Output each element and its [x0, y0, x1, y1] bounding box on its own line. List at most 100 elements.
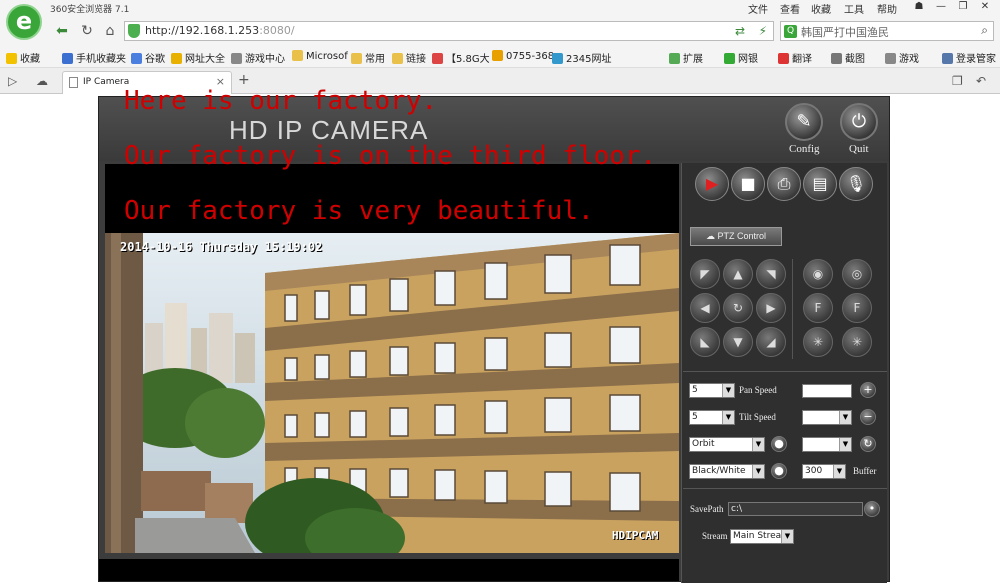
translate-icon: [778, 53, 789, 64]
arrow-down-icon: ▼: [733, 335, 743, 349]
camera-video-feed[interactable]: [105, 233, 679, 553]
ptz-up-right-button[interactable]: ◥: [756, 259, 786, 289]
ptz-settings-divider: [683, 371, 887, 372]
tilt-speed-select[interactable]: 5 ▼: [689, 410, 735, 425]
iris-close-button[interactable]: ✳: [842, 327, 872, 357]
color-mode-go-button[interactable]: ●: [771, 463, 787, 479]
remove-button[interactable]: −: [860, 409, 876, 425]
ptz-up-button[interactable]: ▲: [723, 259, 753, 289]
maximize-button[interactable]: ❐: [952, 0, 974, 14]
undo-close-icon[interactable]: ↶: [976, 74, 986, 88]
login-icon: [942, 53, 953, 64]
back-arrow-icon[interactable]: ⬅: [52, 22, 72, 40]
play-icon: ▶: [705, 174, 719, 193]
config-button[interactable]: ✎: [785, 103, 823, 141]
cloud-icon[interactable]: ☁: [36, 74, 48, 88]
ptz-control-button[interactable]: ☁ PTZ Control: [690, 227, 782, 246]
menu-favorites[interactable]: 收藏: [811, 1, 831, 16]
fav-google[interactable]: 谷歌: [131, 50, 165, 65]
url-port-path: :8080/: [259, 24, 295, 37]
address-bar[interactable]: http://192.168.1.253:8080/ ⇄ ⚡: [124, 21, 774, 41]
stream-label: Stream: [702, 531, 728, 541]
ptz-center-button[interactable]: ↻: [723, 293, 753, 323]
refresh-icon[interactable]: ↻: [77, 22, 97, 40]
search-input[interactable]: 韩国严打中国渔民: [801, 24, 889, 40]
savepath-label: SavePath: [690, 504, 724, 514]
menu-view[interactable]: 查看: [780, 1, 800, 16]
add-button[interactable]: +: [860, 382, 876, 398]
fav-0755[interactable]: 0755-368: [492, 50, 554, 62]
focus-far-button[interactable]: F: [842, 293, 872, 323]
record-button[interactable]: ▤: [803, 167, 837, 201]
preset-goto-select[interactable]: ▼: [802, 437, 852, 452]
skin-icon[interactable]: ☗: [908, 0, 930, 14]
orbit-go-button[interactable]: ●: [771, 436, 787, 452]
fav-mobile[interactable]: 手机收藏夹: [62, 50, 126, 65]
menu-help[interactable]: 帮助: [877, 1, 897, 16]
plus-icon: +: [863, 383, 873, 396]
fav-games[interactable]: 游戏: [885, 50, 919, 65]
url-text[interactable]: http://192.168.1.253:8080/: [145, 24, 295, 37]
talk-button[interactable]: 🎙: [839, 167, 873, 201]
play-button[interactable]: ▶: [695, 167, 729, 201]
pan-speed-select[interactable]: 5 ▼: [689, 383, 735, 398]
fav-2345[interactable]: 2345网址: [552, 50, 611, 65]
fav-microsoft[interactable]: Microsof: [292, 50, 348, 62]
minimize-button[interactable]: —: [930, 0, 952, 14]
zoom-out-button[interactable]: ◎: [842, 259, 872, 289]
orbit-select[interactable]: Orbit ▼: [689, 437, 765, 452]
dropdown-arrow-icon: ▼: [839, 411, 851, 424]
savepath-input[interactable]: c:\: [728, 502, 863, 516]
ptz-down-right-button[interactable]: ◢: [756, 327, 786, 357]
menu-tools[interactable]: 工具: [844, 1, 864, 16]
snapshot-button[interactable]: ⎙: [767, 167, 801, 201]
fav-login-manager[interactable]: 登录管家: [942, 50, 996, 65]
ptz-down-left-button[interactable]: ◣: [690, 327, 720, 357]
compat-mode-icon[interactable]: ⇄: [735, 24, 745, 38]
fav-5-8g[interactable]: 【5.8G大: [432, 50, 490, 65]
buffer-select[interactable]: 300 ▼: [802, 464, 846, 479]
bank-icon: [724, 53, 735, 64]
fav-bank[interactable]: 网银: [724, 50, 758, 65]
stop-button[interactable]: ■: [731, 167, 765, 201]
page-icon: [69, 77, 78, 88]
sidebar-toggle-icon[interactable]: ▷: [8, 74, 17, 88]
ptz-down-button[interactable]: ▼: [723, 327, 753, 357]
speed-mode-icon[interactable]: ⚡: [759, 24, 767, 38]
fav-common[interactable]: 常用: [351, 50, 385, 65]
color-mode-select[interactable]: Black/White ▼: [689, 464, 765, 479]
ptz-right-button[interactable]: ▶: [756, 293, 786, 323]
dropdown-arrow-icon: ▼: [781, 530, 793, 543]
fav-translate[interactable]: 翻译: [778, 50, 812, 65]
focus-near-button[interactable]: F: [803, 293, 833, 323]
fav-game-center[interactable]: 游戏中心: [231, 50, 285, 65]
arrow-up-left-icon: ◤: [700, 267, 710, 281]
fav-collect[interactable]: 收藏: [6, 50, 40, 65]
goto-button[interactable]: ↻: [860, 436, 876, 452]
fav-extensions[interactable]: 扩展: [669, 50, 703, 65]
tab-list-icon[interactable]: ❐: [952, 74, 963, 88]
pan-speed-field[interactable]: [802, 384, 852, 398]
search-engine-icon[interactable]: Q: [784, 25, 797, 38]
microphone-icon: 🎙: [845, 174, 867, 193]
home-icon[interactable]: ⌂: [100, 22, 120, 40]
tilt-speed-label: Tilt Speed: [739, 412, 776, 422]
close-window-button[interactable]: ✕: [974, 0, 996, 14]
browse-button[interactable]: •: [864, 501, 880, 517]
arrow-down-left-icon: ◣: [700, 335, 710, 349]
iris-open-button[interactable]: ✳: [803, 327, 833, 357]
quit-button[interactable]: ⏻: [840, 103, 878, 141]
arrow-right-icon: ▶: [766, 301, 776, 315]
search-icon[interactable]: ⌕: [981, 23, 988, 38]
menu-file[interactable]: 文件: [748, 1, 768, 16]
fav-url-daquan[interactable]: 网址大全: [171, 50, 225, 65]
fav-screenshot[interactable]: 截图: [831, 50, 865, 65]
ptz-up-left-button[interactable]: ◤: [690, 259, 720, 289]
ptz-left-button[interactable]: ◀: [690, 293, 720, 323]
stream-select[interactable]: Main Strea ▼: [730, 529, 794, 544]
folder-icon: [292, 50, 303, 61]
search-box[interactable]: Q 韩国严打中国渔民 ⌕: [780, 21, 994, 41]
zoom-in-button[interactable]: ◉: [803, 259, 833, 289]
fav-links[interactable]: 链接: [392, 50, 426, 65]
preset-select[interactable]: ▼: [802, 410, 852, 425]
